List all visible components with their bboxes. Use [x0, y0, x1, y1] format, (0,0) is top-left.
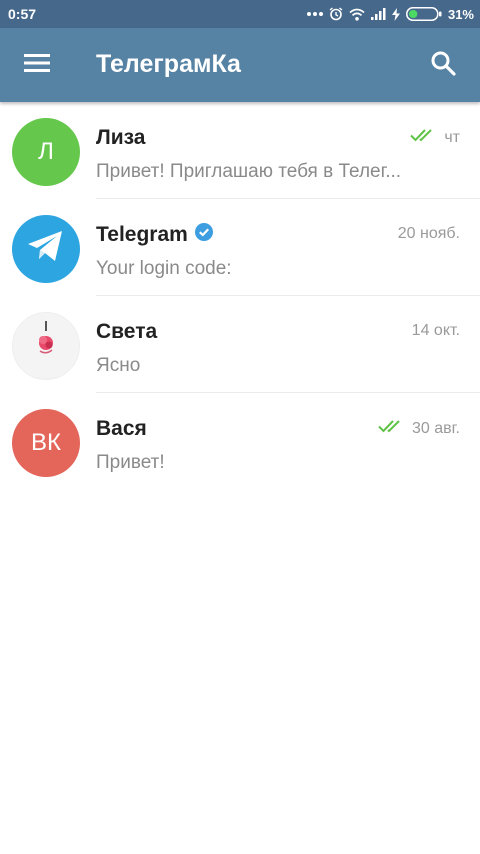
app-title: ТелеграмКа — [96, 50, 241, 78]
menu-button[interactable] — [12, 40, 62, 90]
double-check-icon — [378, 419, 406, 438]
chat-meta: 30 авг. — [378, 419, 460, 438]
app-bar: ТелеграмКа — [0, 28, 480, 102]
status-icons: 31% — [306, 4, 474, 24]
chat-preview: Ясно — [96, 355, 141, 376]
chat-name: Telegram — [96, 223, 213, 247]
chat-name: Лиза — [96, 126, 146, 149]
status-time: 0:57 — [8, 6, 37, 22]
chat-meta: 14 окт. — [412, 322, 460, 340]
chat-name: Вася — [96, 417, 147, 440]
chat-time: 14 окт. — [411, 322, 460, 339]
avatar-initial: ВК — [31, 429, 61, 456]
avatar — [12, 215, 80, 283]
flower-photo-icon — [13, 313, 79, 379]
more-dots-icon — [306, 11, 323, 17]
alarm-icon — [329, 7, 343, 21]
chat-meta: 20 нояб. — [398, 225, 460, 243]
avatar: Л — [12, 118, 80, 186]
chat-preview: Привет! — [96, 452, 165, 473]
hamburger-menu-icon — [24, 53, 50, 78]
search-button[interactable] — [418, 40, 468, 90]
charging-icon — [391, 7, 400, 21]
avatar: ВК — [12, 409, 80, 477]
status-bar: 0:57 31% — [0, 0, 480, 28]
chat-time: чт — [444, 128, 460, 146]
avatar-initial: Л — [38, 138, 54, 165]
verified-badge-icon — [194, 223, 213, 247]
double-check-icon — [410, 128, 438, 147]
chat-time: 30 авг. — [412, 419, 460, 437]
battery-icon — [406, 7, 442, 21]
chat-row-telegram[interactable]: Telegram 20 нояб. Your login code: — [0, 199, 480, 296]
chat-meta: чт — [410, 128, 460, 147]
chat-row-vasya[interactable]: ВК Вася 30 авг. Привет! — [0, 393, 480, 490]
search-icon — [430, 50, 456, 81]
chat-row-liza[interactable]: Л Лиза чт Привет! Приглашаю тебя в Телег… — [0, 102, 480, 199]
chat-time: 20 нояб. — [397, 225, 460, 242]
chat-name: Света — [96, 320, 158, 343]
battery-percent: 31% — [447, 6, 474, 22]
avatar — [12, 312, 80, 380]
chat-preview: Привет! Приглашаю тебя в Телег... — [96, 161, 402, 182]
chat-preview: Your login code: — [96, 258, 232, 279]
chat-row-sveta[interactable]: Света 14 окт. Ясно — [0, 296, 480, 393]
signal-icon — [370, 8, 386, 20]
wifi-icon — [349, 8, 365, 21]
telegram-plane-icon — [26, 228, 66, 271]
chat-list: Л Лиза чт Привет! Приглашаю тебя в Телег… — [0, 102, 480, 490]
